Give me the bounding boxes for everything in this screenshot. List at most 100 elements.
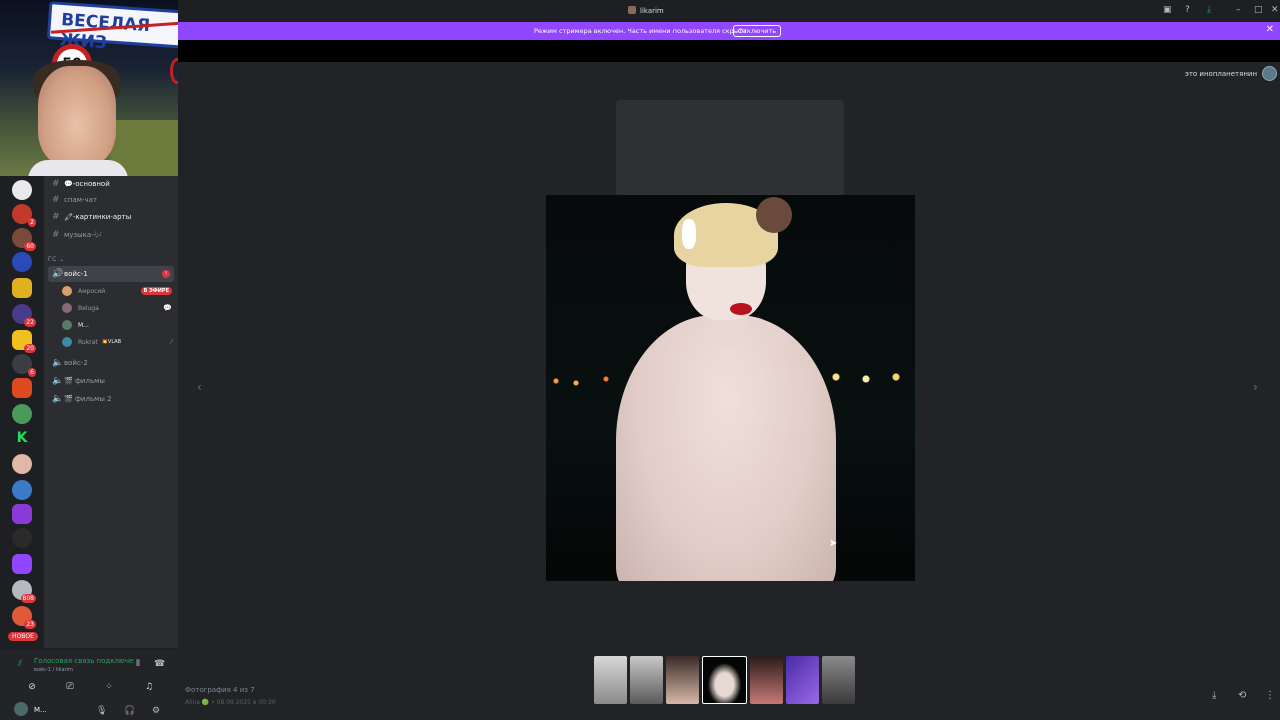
category-voice[interactable]: ГС ⌄: [48, 256, 65, 263]
download-icon[interactable]: ⤓: [1212, 690, 1216, 701]
channel-voice-1[interactable]: 🔊 войс-1 !: [48, 266, 174, 282]
disable-streamer-button[interactable]: Отключить: [733, 25, 782, 37]
server-icon-hr[interactable]: [12, 278, 32, 298]
rotate-icon[interactable]: ⟲: [1238, 690, 1246, 701]
photo-author-date: Alina 🟢 • 08.09.2025 в 00:30: [185, 699, 276, 706]
title-bar: likarim ▣ ? ⤓ – □ ✕: [178, 0, 1280, 22]
mouse-cursor-icon: ➤: [829, 538, 838, 549]
maximize-icon[interactable]: □: [1254, 5, 1263, 15]
thumbnail[interactable]: [786, 656, 819, 704]
streamer-shirt: [28, 160, 128, 176]
help-icon[interactable]: ?: [1185, 5, 1190, 15]
speaker-icon: 🔈: [52, 358, 64, 368]
server-icon-diamond[interactable]: 6: [12, 354, 36, 377]
server-icon-fox[interactable]: 2: [12, 204, 36, 227]
road-sign: ВЕСЕЛАЯ ЖИЗ: [46, 1, 178, 53]
avatar[interactable]: [1262, 66, 1277, 81]
voice-user-amrosiy[interactable]: Амросий В ЭФИРЕ: [62, 283, 172, 299]
channel-text-music[interactable]: # музыка-🎶: [48, 227, 174, 243]
gear-icon[interactable]: ⚙: [152, 706, 160, 716]
server-icon-panda[interactable]: [12, 180, 32, 200]
server-icon-r[interactable]: [12, 252, 32, 272]
hash-icon: #: [52, 195, 60, 205]
live-badge: В ЭФИРЕ: [140, 287, 172, 295]
disconnect-icon[interactable]: ☎: [154, 659, 165, 669]
avatar: [62, 286, 72, 296]
user-name[interactable]: М...: [34, 706, 47, 714]
server-icon-twitch[interactable]: [12, 554, 32, 574]
inbox-icon[interactable]: ▣: [1163, 5, 1172, 15]
channel-voice-films-2[interactable]: 🔈 🎬 фильмы 2: [48, 391, 174, 407]
channel-voice-2[interactable]: 🔈 войс-2: [48, 355, 174, 371]
channel-text-main[interactable]: # 💬-основной: [48, 176, 174, 192]
camera-off-icon[interactable]: ⊘: [24, 681, 40, 693]
screen-share-icon: 💬: [163, 304, 172, 312]
thumbnail[interactable]: [666, 656, 699, 704]
thumbnail[interactable]: [594, 656, 627, 704]
speaker-icon: 🔈: [52, 394, 64, 404]
screen-share-icon[interactable]: ⎚: [62, 681, 78, 693]
avatar[interactable]: [14, 702, 28, 716]
window-title: likarim: [628, 6, 664, 15]
channel-text-spam[interactable]: # спам-чат: [48, 192, 174, 208]
server-icon-anime[interactable]: 60: [12, 228, 36, 251]
channel-list: # 💬-основной # спам-чат # 🖍-картинки-арты #…: [44, 176, 178, 648]
guild-icon: [628, 6, 636, 14]
hash-icon: #: [52, 179, 60, 189]
server-icon-red[interactable]: 23: [12, 606, 36, 629]
photo-bow: [682, 219, 696, 249]
dimmed-card: [616, 100, 844, 196]
user-area: М... 🎙 🎧 ⚙: [0, 696, 178, 720]
server-rail: 2 60 22 20 6 K 808 23 НОВОЕ: [0, 176, 44, 720]
thumbnail[interactable]: [822, 656, 855, 704]
soundboard-icon[interactable]: ♫: [141, 681, 157, 693]
server-icon-dark[interactable]: [12, 528, 32, 548]
voice-user-rukrat[interactable]: Rukrat 💥VLAB ⁄: [62, 334, 172, 350]
viewer-top-strip: [178, 40, 1280, 62]
close-icon[interactable]: ✕: [1271, 5, 1279, 15]
speaker-icon: 🔈: [52, 376, 64, 386]
server-icon-purple[interactable]: [12, 504, 32, 524]
hash-icon: #: [52, 212, 60, 222]
signal-icon: ⫽: [18, 659, 23, 669]
server-icon-cross[interactable]: [12, 404, 32, 424]
server-icon-blue[interactable]: [12, 480, 32, 500]
voice-user-beluga[interactable]: Beluga 💬: [62, 300, 172, 316]
chevron-right-icon[interactable]: ›: [1253, 380, 1258, 394]
more-options-icon[interactable]: ⋮: [1265, 690, 1275, 701]
speaker-icon: 🔊: [52, 269, 64, 279]
close-icon[interactable]: ✕: [1266, 24, 1274, 35]
voice-user-m[interactable]: М...: [62, 317, 172, 333]
server-icon-kick[interactable]: K: [12, 428, 32, 448]
viewer-user-name[interactable]: это инопланетянин: [1185, 70, 1257, 78]
headphones-icon[interactable]: 🎧: [124, 706, 135, 716]
server-icon-orange[interactable]: [12, 378, 32, 398]
thumbnail[interactable]: [750, 656, 783, 704]
photo-counter: Фотография 4 из 7: [185, 686, 255, 694]
server-icon-bot[interactable]: 20: [12, 330, 36, 353]
server-icon-grey[interactable]: 808: [12, 580, 36, 603]
noise-suppression-icon[interactable]: ⦀: [136, 659, 140, 669]
download-icon[interactable]: ⤓: [1207, 5, 1211, 15]
server-icon-face[interactable]: [12, 454, 32, 474]
thumbnail-strip: [594, 656, 855, 706]
channel-text-art[interactable]: # 🖍-картинки-арты: [48, 209, 174, 225]
avatar: [62, 320, 72, 330]
voice-status: Голосовая связь подключена: [34, 657, 134, 665]
minimize-icon[interactable]: –: [1236, 5, 1241, 15]
photo-hair-bun: [756, 197, 792, 233]
activities-icon[interactable]: ⁘: [101, 681, 117, 693]
new-badge[interactable]: НОВОЕ: [8, 632, 38, 641]
red-ring: [170, 58, 178, 84]
chevron-left-icon[interactable]: ‹: [197, 380, 202, 394]
channel-voice-films[interactable]: 🔈 🎬 фильмы: [48, 373, 174, 389]
server-icon-game[interactable]: 22: [12, 304, 36, 327]
thumbnail[interactable]: [630, 656, 663, 704]
webcam-overlay: ВЕСЕЛАЯ ЖИЗ 50: [0, 0, 178, 176]
hash-icon: #: [52, 230, 60, 240]
viewed-photo[interactable]: [546, 195, 915, 581]
avatar: [62, 303, 72, 313]
voice-channel-path[interactable]: войс-1 / likarim: [34, 667, 73, 673]
microphone-icon[interactable]: 🎙: [96, 706, 107, 716]
thumbnail-selected[interactable]: [702, 656, 747, 704]
